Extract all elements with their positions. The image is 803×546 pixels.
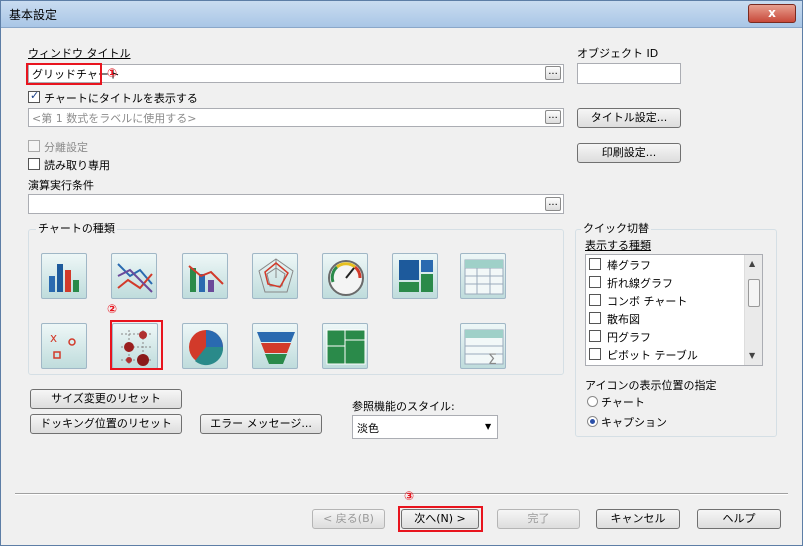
list-item-checkbox[interactable] — [589, 276, 601, 288]
window-title-label: ウィンドウ タイトル — [28, 47, 131, 60]
pivot-table-icon[interactable] — [460, 253, 506, 299]
chart-types-label: チャートの種類 — [36, 220, 117, 236]
icon-position-label: アイコンの表示位置の指定 — [585, 379, 717, 392]
quick-change-label: クイック切替 — [581, 220, 651, 236]
list-item-checkbox[interactable] — [589, 258, 601, 270]
object-id-label: オブジェクト ID — [577, 47, 659, 60]
scroll-up-icon[interactable]: ▲ — [749, 259, 755, 268]
highlight-box-grid-chart — [110, 320, 163, 370]
title-bar[interactable]: 基本設定 x — [1, 1, 802, 28]
chevron-down-icon: ▼ — [485, 422, 492, 431]
list-item[interactable]: コンボ チャート — [586, 291, 742, 309]
icon-position-caption-radio[interactable] — [587, 416, 598, 427]
bar-chart-icon[interactable] — [41, 253, 87, 299]
icon-position-chart-label: チャート — [601, 396, 645, 409]
dialog-window: 基本設定 x ウィンドウ タイトル グリッドチャート ① ... オブジェクト … — [0, 0, 803, 546]
title-formula-placeholder: <第 1 数式をラベルに使用する> — [32, 112, 197, 125]
show-title-label: チャートにタイトルを表示する — [44, 92, 198, 105]
types-list[interactable]: 棒グラフ 折れ線グラフ コンボ チャート 散布図 円グラフ ピボット テーブル … — [585, 254, 763, 366]
list-item-checkbox[interactable] — [589, 348, 601, 360]
svg-text:Σ: Σ — [488, 352, 497, 368]
list-item-label: ピボット テーブル — [607, 349, 698, 362]
highlight-box-next — [398, 506, 483, 532]
scatter-chart-icon[interactable]: x — [41, 323, 87, 369]
block-chart-icon[interactable] — [392, 253, 438, 299]
print-settings-button[interactable]: 印刷設定... — [577, 143, 681, 163]
finish-button[interactable]: 完了 — [497, 509, 580, 529]
list-item[interactable]: 散布図 — [586, 309, 742, 327]
detach-checkbox[interactable] — [28, 140, 40, 152]
back-button[interactable]: < 戻る(B) — [312, 509, 385, 529]
reference-style-value: 淡色 — [357, 422, 379, 435]
list-item[interactable]: ピボット テーブル — [586, 345, 742, 363]
calc-condition-label: 演算実行条件 — [28, 179, 94, 192]
list-item-label: 円グラフ — [607, 331, 651, 344]
calc-condition-input[interactable] — [28, 194, 564, 214]
list-item[interactable]: 折れ線グラフ — [586, 273, 742, 291]
icon-position-chart-radio[interactable] — [587, 396, 598, 407]
calc-condition-browse-button[interactable]: ... — [545, 197, 561, 211]
reset-size-button[interactable]: サイズ変更のリセット — [30, 389, 182, 409]
close-button[interactable]: x — [748, 4, 796, 23]
icon-position-caption-label: キャプション — [601, 416, 667, 429]
reset-docking-button[interactable]: ドッキング位置のリセット — [30, 414, 182, 434]
list-item-label: 散布図 — [607, 313, 640, 326]
annotation-2: ② — [107, 302, 118, 316]
window-title: 基本設定 — [9, 8, 58, 22]
help-button[interactable]: ヘルプ — [697, 509, 781, 529]
show-title-checkbox[interactable] — [28, 89, 40, 103]
title-formula-browse-button[interactable]: ... — [545, 110, 561, 124]
svg-text:x: x — [50, 331, 57, 345]
types-to-show-label: 表示する種類 — [585, 239, 651, 252]
mekko-chart-icon[interactable] — [322, 323, 368, 369]
straight-table-icon[interactable]: Σ — [460, 323, 506, 369]
annotation-3: ③ — [404, 489, 415, 503]
reference-style-label: 参照機能のスタイル: — [352, 400, 455, 413]
list-item[interactable]: 棒グラフ — [586, 255, 742, 273]
title-settings-button[interactable]: タイトル設定... — [577, 108, 681, 128]
types-list-scrollbar[interactable]: ▲ ▼ — [744, 255, 762, 365]
read-only-checkbox[interactable] — [28, 158, 40, 170]
read-only-label: 読み取り専用 — [44, 159, 110, 172]
window-title-browse-button[interactable]: ... — [545, 66, 561, 80]
cancel-button[interactable]: キャンセル — [596, 509, 680, 529]
list-item-label: 折れ線グラフ — [607, 277, 673, 290]
list-item-label: コンボ チャート — [607, 295, 688, 308]
list-item-checkbox[interactable] — [589, 312, 601, 324]
list-item-checkbox[interactable] — [589, 294, 601, 306]
scrollbar-thumb[interactable] — [748, 279, 760, 307]
gauge-chart-icon[interactable] — [322, 253, 368, 299]
funnel-chart-icon[interactable] — [252, 323, 298, 369]
scroll-down-icon[interactable]: ▼ — [749, 351, 755, 360]
radar-chart-icon[interactable] — [252, 253, 298, 299]
highlight-box-window-title — [26, 63, 102, 85]
pie-chart-icon[interactable] — [182, 323, 228, 369]
line-chart-icon[interactable] — [111, 253, 157, 299]
title-formula-input[interactable]: <第 1 数式をラベルに使用する> — [28, 108, 564, 127]
combo-chart-icon[interactable] — [182, 253, 228, 299]
list-item[interactable]: 円グラフ — [586, 327, 742, 345]
list-item-label: 棒グラフ — [607, 259, 651, 272]
reference-style-select[interactable]: 淡色 ▼ — [352, 415, 498, 439]
error-messages-button[interactable]: エラー メッセージ... — [200, 414, 322, 434]
detach-label: 分離設定 — [44, 141, 88, 154]
annotation-1: ① — [107, 66, 118, 80]
footer-separator — [15, 493, 788, 495]
list-item-checkbox[interactable] — [589, 330, 601, 342]
object-id-input[interactable] — [577, 63, 681, 84]
